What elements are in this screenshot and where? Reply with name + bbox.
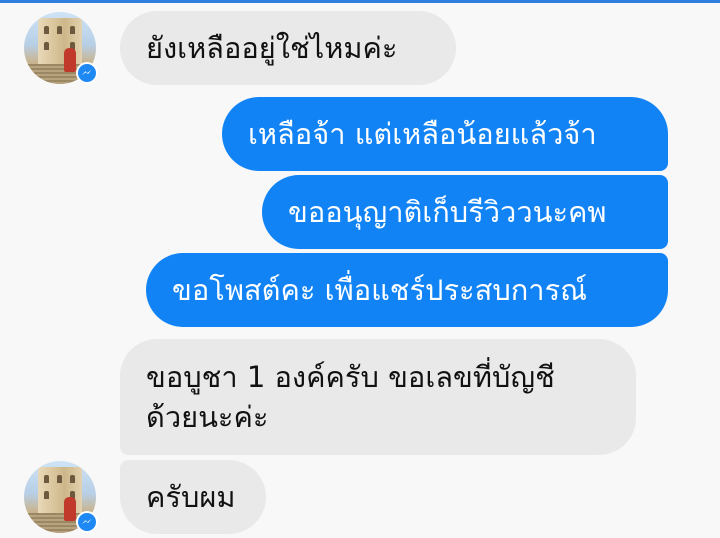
message-bubble-incoming[interactable]: ขอบูชา 1 องค์ครับ ขอเลขที่บัญชี ด้วยนะค่… — [120, 339, 636, 455]
message-bubble-outgoing[interactable]: เหลือจ้า แต่เหลือน้อยแล้วจ้า — [222, 97, 668, 171]
message-text: ขอบูชา 1 องค์ครับ ขอเลขที่บัญชี ด้วยนะค่… — [146, 360, 555, 434]
message-text: เหลือจ้า แต่เหลือน้อยแล้วจ้า — [248, 117, 597, 151]
message-bubble-incoming[interactable]: ยังเหลืออยู่ใช่ไหมค่ะ — [120, 11, 456, 85]
contact-avatar[interactable] — [24, 461, 98, 533]
message-text: ขอโพสต์คะ เพื่อแชร์ประสบการณ์ — [172, 273, 588, 307]
message-bubble-outgoing[interactable]: ขอโพสต์คะ เพื่อแชร์ประสบการณ์ — [146, 253, 668, 327]
message-bubble-incoming[interactable]: ครับผม — [120, 460, 266, 534]
message-text: ยังเหลืออยู่ใช่ไหมค่ะ — [146, 31, 398, 65]
messenger-icon — [76, 511, 98, 533]
messenger-icon — [76, 62, 98, 84]
top-accent-line — [0, 0, 720, 3]
message-text: ขออนุญาติเก็บรีวิววนะคพ — [288, 195, 607, 229]
contact-avatar[interactable] — [24, 12, 98, 84]
message-bubble-outgoing[interactable]: ขออนุญาติเก็บรีวิววนะคพ — [262, 175, 668, 249]
message-text: ครับผม — [146, 480, 236, 514]
